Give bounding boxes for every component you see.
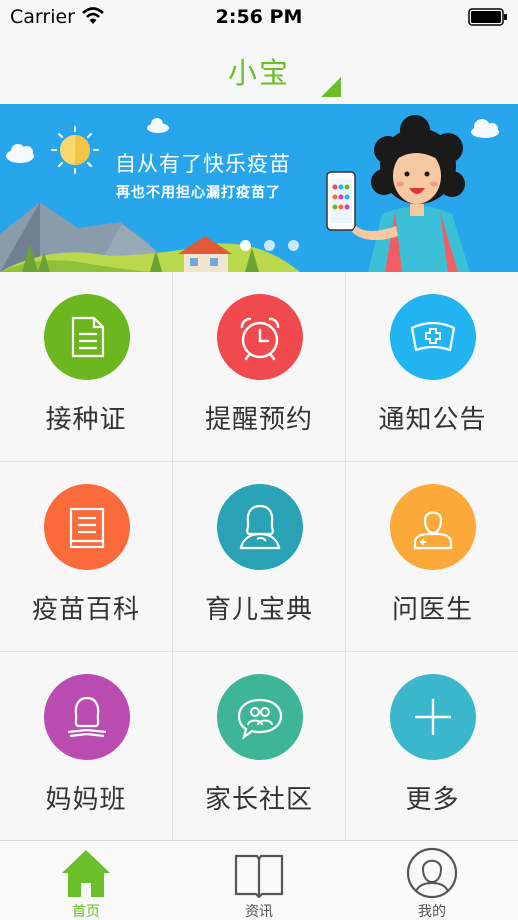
promo-banner[interactable]: 自从有了快乐疫苗 再也不用担心漏打疫苗了 (0, 104, 518, 272)
grid-icon-circle (390, 484, 476, 570)
mother-icon (239, 504, 281, 550)
grid-item-mom-class[interactable]: 妈妈班 (0, 652, 173, 842)
banner-title: 自从有了快乐疫苗 (115, 152, 291, 176)
grid-icon-circle (44, 674, 130, 760)
doctor-icon (413, 511, 453, 550)
grid-item-parent-community[interactable]: 家长社区 (173, 652, 346, 842)
page-dot[interactable] (288, 240, 299, 251)
grid-item-more[interactable]: 更多 (346, 652, 518, 842)
alarm-clock-icon (240, 317, 280, 361)
grid-icon-circle (390, 294, 476, 380)
grid-item-reminder[interactable]: 提醒预约 (173, 272, 346, 462)
grid-item-label: 通知公告 (378, 405, 487, 435)
status-time: 2:56 PM (215, 6, 303, 28)
page-dot[interactable] (264, 240, 275, 251)
grid-icon-circle (44, 294, 130, 380)
grid-item-vaccine-encyclopedia[interactable]: 疫苗百科 (0, 462, 173, 652)
grid-icon-circle (217, 674, 303, 760)
grid-item-label: 更多 (405, 785, 460, 815)
grid-item-notices[interactable]: 通知公告 (346, 272, 518, 462)
feature-grid: 接种证 提醒预约 通知公告 疫苗百科 育儿宝典 问医生 妈妈班 家长社区 更多 (0, 272, 518, 842)
plus-icon (415, 699, 451, 735)
phone-illustration (326, 171, 356, 231)
dropdown-corner-icon[interactable] (321, 77, 341, 97)
nurse-cap-icon (410, 321, 456, 352)
document-icon (71, 316, 105, 358)
status-bar: Carrier 2:56 PM (0, 0, 518, 34)
grid-item-label: 育儿宝典 (204, 595, 313, 625)
page-indicator[interactable] (240, 240, 299, 251)
tab-label: 首页 (72, 904, 100, 920)
grid-item-label: 家长社区 (204, 785, 313, 815)
grid-icon-circle (390, 674, 476, 760)
bottom-tab-bar: 首页 资讯 我的 (0, 840, 518, 920)
grid-icon-circle (44, 484, 130, 570)
grid-item-parenting-guide[interactable]: 育儿宝典 (173, 462, 346, 652)
mascot-illustration (352, 115, 470, 272)
tab-profile[interactable]: 我的 (346, 841, 518, 920)
grid-item-label: 疫苗百科 (31, 595, 140, 625)
grid-item-label: 提醒预约 (204, 405, 313, 435)
battery-icon (468, 8, 507, 26)
community-chat-icon (237, 698, 283, 740)
book-icon (69, 507, 105, 549)
page-dot[interactable] (240, 240, 251, 251)
tab-label: 我的 (418, 904, 446, 920)
grid-item-label: 接种证 (45, 405, 127, 435)
tab-news[interactable]: 资讯 (173, 841, 345, 920)
open-book-icon (234, 854, 284, 899)
user-profile-icon (406, 847, 458, 899)
nav-header: 小宝 (0, 34, 518, 104)
grid-item-label: 妈妈班 (45, 785, 127, 815)
tab-home[interactable]: 首页 (0, 841, 172, 920)
banner-subtitle: 再也不用担心漏打疫苗了 (116, 185, 281, 201)
house-illustration (178, 236, 232, 272)
grid-icon-circle (217, 484, 303, 570)
grid-item-vaccination-card[interactable]: 接种证 (0, 272, 173, 462)
home-icon (62, 850, 110, 897)
sun-icon (51, 126, 99, 174)
grid-item-ask-doctor[interactable]: 问医生 (346, 462, 518, 652)
reading-woman-icon (67, 696, 107, 738)
grid-item-label: 问医生 (391, 595, 473, 625)
child-name-title[interactable]: 小宝 (0, 50, 518, 92)
grid-icon-circle (217, 294, 303, 380)
tab-label: 资讯 (245, 904, 273, 920)
